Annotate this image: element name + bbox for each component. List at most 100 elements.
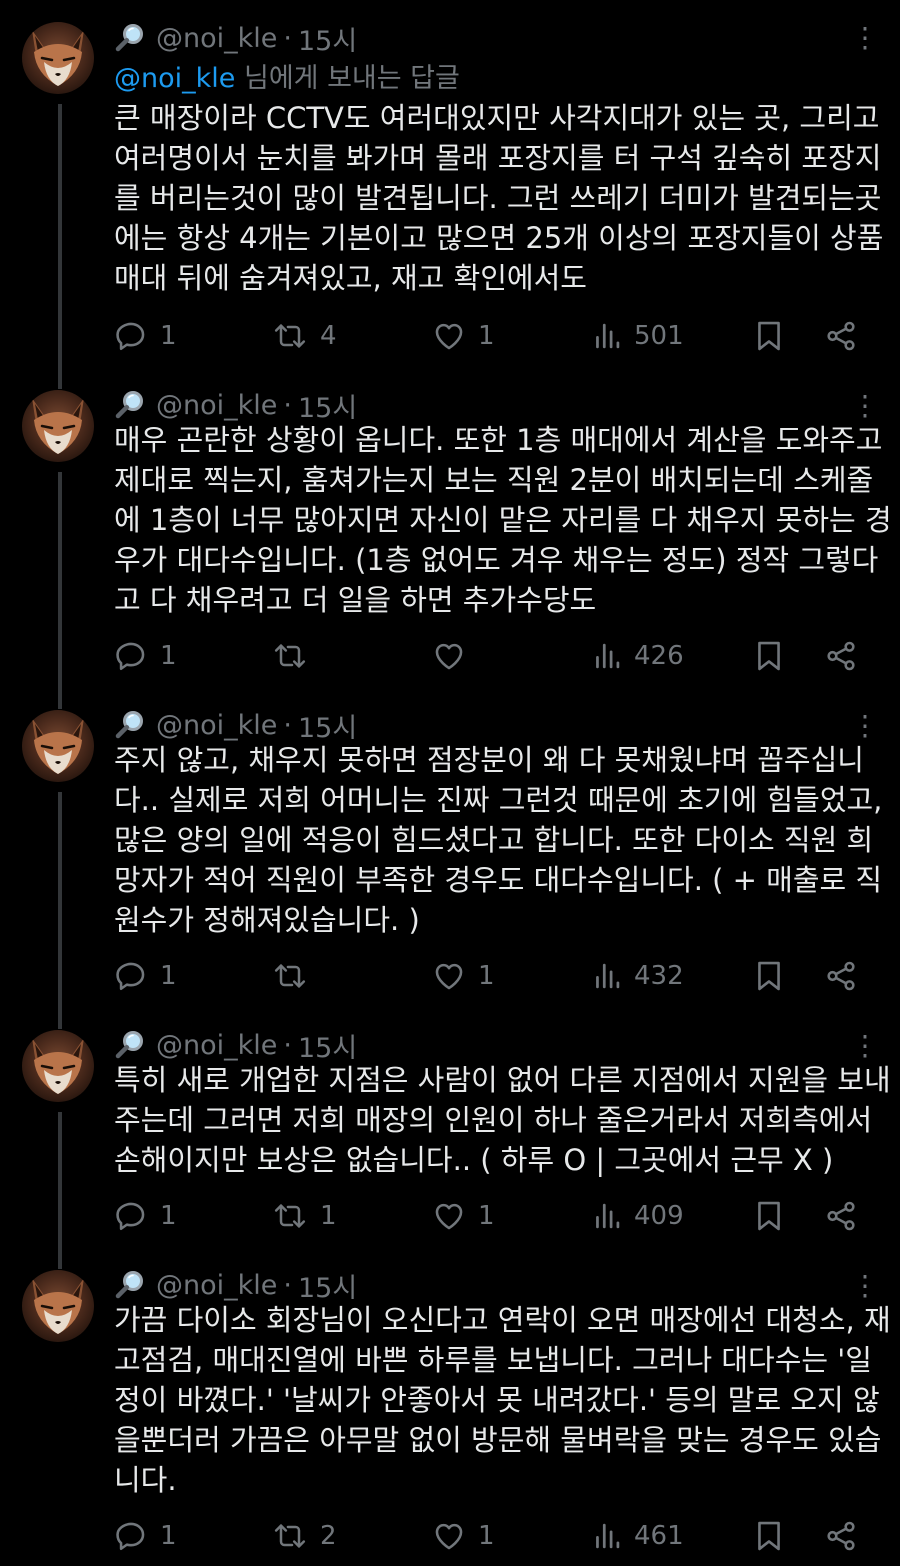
text-line: 매대 뒤에 숨겨져있고, 재고 확인에서도 (114, 261, 587, 295)
like-button[interactable]: 1 (432, 956, 495, 996)
avatar[interactable] (22, 1030, 94, 1102)
share-button[interactable] (824, 316, 858, 356)
retweet-icon (272, 319, 308, 353)
action-bar: 1 1 432 (114, 956, 864, 996)
magnifying-glass-icon (114, 389, 146, 421)
reply-button[interactable]: 1 (114, 956, 177, 996)
bookmark-icon (754, 959, 784, 993)
views-button[interactable]: 461 (592, 1516, 684, 1556)
mention-link[interactable]: @noi_kle (114, 63, 235, 94)
tweet[interactable]: @noi_kle · 15시 ⋮ @noi_kle 님에게 보내는 답글 큰 매… (0, 0, 900, 380)
views-button[interactable]: 409 (592, 1196, 684, 1236)
reply-button[interactable]: 1 (114, 316, 177, 356)
like-count: 1 (478, 961, 495, 991)
thread: @noi_kle · 15시 ⋮ @noi_kle 님에게 보내는 답글 큰 매… (0, 0, 900, 1566)
text-line: 를 버리는것이 많이 발견됩니다. 그런 쓰레기 더미가 발견되는곳 (114, 181, 882, 215)
tweet-text: 주지 않고, 채우지 못하면 점장분이 왜 다 못채웠냐며 꼽주십니 다.. 실… (114, 740, 883, 940)
user-handle[interactable]: @noi_kle (156, 23, 277, 54)
like-count: 1 (478, 1521, 495, 1551)
reply-icon (114, 959, 148, 993)
tweet[interactable]: @noi_kle · 15시 ⋮ 가끔 다이소 회장님이 오신다고 연락이 오면… (0, 1260, 900, 1566)
reply-button[interactable]: 1 (114, 1196, 177, 1236)
user-handle[interactable]: @noi_kle (156, 1270, 277, 1301)
tweet-text: 가끔 다이소 회장님이 오신다고 연락이 오면 매장에선 대청소, 재 고점검,… (114, 1300, 891, 1500)
separator: · (283, 22, 292, 54)
more-dots-icon[interactable]: ⋮ (850, 18, 880, 58)
timestamp[interactable]: 15시 (298, 19, 357, 58)
retweet-icon (272, 959, 308, 993)
text-line: 망자가 적어 직원이 부족한 경우도 대다수입니다. ( + 매출로 직 (114, 863, 883, 897)
bookmark-button[interactable] (754, 316, 784, 356)
bookmark-button[interactable] (754, 1516, 784, 1556)
views-button[interactable]: 432 (592, 956, 684, 996)
action-bar: 1 426 (114, 636, 864, 676)
views-button[interactable]: 426 (592, 636, 684, 676)
bookmark-icon (754, 319, 784, 353)
heart-icon (432, 959, 466, 993)
tweet[interactable]: @noi_kle · 15시 ⋮ 주지 않고, 채우지 못하면 점장분이 왜 다… (0, 700, 900, 1020)
share-icon (824, 1519, 858, 1553)
replying-to: @noi_kle 님에게 보내는 답글 (114, 56, 460, 95)
like-count: 1 (478, 321, 495, 351)
avatar[interactable] (22, 1270, 94, 1342)
share-button[interactable] (824, 636, 858, 676)
bookmark-button[interactable] (754, 636, 784, 676)
retweet-button[interactable]: 2 (272, 1516, 337, 1556)
text-line: 매우 곤란한 상황이 옵니다. 또한 1층 매대에서 계산을 도와주고 (114, 423, 883, 457)
views-chart-icon (592, 319, 622, 353)
retweet-button[interactable] (272, 636, 320, 676)
like-button[interactable] (432, 636, 478, 676)
bookmark-button[interactable] (754, 956, 784, 996)
timestamp[interactable]: 15시 (298, 1026, 357, 1065)
share-button[interactable] (824, 1516, 858, 1556)
retweet-button[interactable] (272, 956, 320, 996)
user-handle[interactable]: @noi_kle (156, 710, 277, 741)
action-bar: 1 1 1 409 (114, 1196, 864, 1236)
like-button[interactable]: 1 (432, 1196, 495, 1236)
reply-icon (114, 1199, 148, 1233)
timestamp[interactable]: 15시 (298, 1266, 357, 1305)
retweet-count: 1 (320, 1201, 337, 1231)
avatar[interactable] (22, 390, 94, 462)
heart-icon (432, 319, 466, 353)
reply-count: 1 (160, 1521, 177, 1551)
bookmark-button[interactable] (754, 1196, 784, 1236)
bookmark-icon (754, 639, 784, 673)
reply-icon (114, 1519, 148, 1553)
separator: · (283, 1029, 292, 1061)
action-bar: 1 2 1 461 (114, 1516, 864, 1556)
user-handle[interactable]: @noi_kle (156, 390, 277, 421)
magnifying-glass-icon (114, 709, 146, 741)
timestamp[interactable]: 15시 (298, 706, 357, 745)
view-count: 426 (634, 641, 684, 671)
like-button[interactable]: 1 (432, 316, 495, 356)
reply-button[interactable]: 1 (114, 636, 177, 676)
retweet-icon (272, 639, 308, 673)
views-chart-icon (592, 959, 622, 993)
avatar[interactable] (22, 710, 94, 782)
text-line: 제대로 찍는지, 훔쳐가는지 보는 직원 2분이 배치되는데 스케줄 (114, 463, 874, 497)
reply-icon (114, 319, 148, 353)
reply-icon (114, 639, 148, 673)
text-line: 다.. 실제로 저희 어머니는 진짜 그런것 때문에 초기에 힘들었고, (114, 783, 883, 817)
views-button[interactable]: 501 (592, 316, 684, 356)
text-line: 주지 않고, 채우지 못하면 점장분이 왜 다 못채웠냐며 꼽주십니 (114, 743, 864, 777)
like-button[interactable]: 1 (432, 1516, 495, 1556)
retweet-button[interactable]: 4 (272, 316, 337, 356)
share-button[interactable] (824, 956, 858, 996)
views-chart-icon (592, 639, 622, 673)
text-line: 특히 새로 개업한 지점은 사람이 없어 다른 지점에서 지원을 보내 (114, 1063, 891, 1097)
retweet-button[interactable]: 1 (272, 1196, 337, 1236)
reply-count: 1 (160, 961, 177, 991)
share-icon (824, 959, 858, 993)
tweet[interactable]: @noi_kle · 15시 ⋮ 매우 곤란한 상황이 옵니다. 또한 1층 매… (0, 380, 900, 700)
view-count: 409 (634, 1201, 684, 1231)
text-line: 정이 바꼈다.' '날씨가 안좋아서 못 내려갔다.' 등의 말로 오지 않 (114, 1383, 880, 1417)
reply-button[interactable]: 1 (114, 1516, 177, 1556)
share-button[interactable] (824, 1196, 858, 1236)
timestamp[interactable]: 15시 (298, 386, 357, 425)
avatar[interactable] (22, 22, 94, 94)
user-handle[interactable]: @noi_kle (156, 1030, 277, 1061)
heart-icon (432, 1519, 466, 1553)
tweet[interactable]: @noi_kle · 15시 ⋮ 특히 새로 개업한 지점은 사람이 없어 다른… (0, 1020, 900, 1260)
